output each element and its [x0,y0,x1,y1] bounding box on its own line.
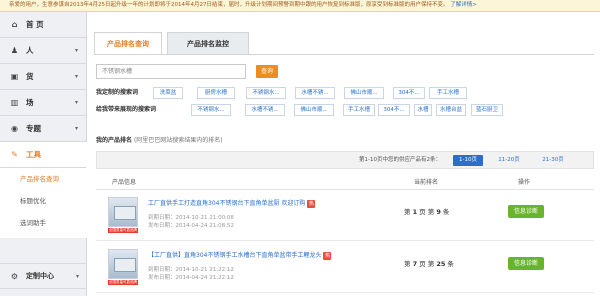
keyword-tag[interactable]: 不锈钢水... [246,87,286,99]
sidebar-item-label: 人 [26,46,34,55]
product-rank: 第 1 页 第 9 条 [404,208,450,216]
keyword-tag[interactable]: 手工水槽 [343,104,375,116]
chevron-down-icon: ▾ [74,99,78,106]
rank-position: 25 [436,260,446,268]
results-section: 我的产品排名 (阿里巴巴网站搜索结果内的排名) 第1-10页中您的供应产品有2条… [96,136,594,296]
tools-submenu: 产品排名查询 标题优化 选词助手 [0,168,88,238]
notice-link[interactable]: 了解详情> [450,2,477,8]
keyword-tag[interactable]: 佛山市顺... [344,87,384,99]
pager-page-21-30[interactable]: 21-30页 [537,155,569,166]
person-icon: ♟ [10,46,19,55]
topic-icon: ◉ [11,124,18,133]
rank-page: 1 [412,208,418,216]
keyword-tag[interactable]: 手工水槽 [429,87,467,99]
sidebar-item-custom-center[interactable]: ⚙ 定制中心 ▾ [0,263,87,289]
publish-date: 发布日期：2014-04-24 21:08:52 [148,223,234,229]
keyword-tag[interactable]: 水槽不锈... [295,87,335,99]
field-icon: ▥ [10,98,19,107]
sidebar-item-topic[interactable]: ◉ 专题 ▾ [0,116,86,142]
table-header: 产品信息 当前排名 操作 [96,176,594,190]
keyword-tag[interactable]: 304不... [378,104,410,116]
table-row: 全国质量可靠品牌 【工厂直供】直角304不锈钢手工水槽台下直角单盆带手工鲤龙头热… [96,243,594,293]
goods-icon: ▣ [10,72,19,81]
chevron-down-icon: ▾ [74,125,78,132]
sidebar-item-goods[interactable]: ▣ 货 ▾ [0,64,86,90]
notice-bar: 亲爱的用户，生意参谋自2013年4月25日起升级一年的计划即将于2014年4月2… [0,0,600,12]
rank-position: 9 [436,208,441,216]
product-thumbnail[interactable] [108,197,138,227]
keyword-tag[interactable]: 蓝石厨卫 [471,104,503,116]
product-badge: 全国质量可靠品牌 [108,280,138,285]
tab-divider [94,54,594,55]
keyword-tag[interactable]: 水槽台盆 [436,104,466,116]
expire-date: 到期日期：2014-10-21 21:22:12 [148,267,234,273]
col-current-rank: 当前排名 [414,179,439,186]
table-row: 全国质量可靠品牌 工厂直供手工打造直角304不锈钢台下直角单盆厨 欢迎订购热 到… [96,191,594,241]
publish-date: 发布日期：2014-04-24 21:22:12 [148,275,234,281]
home-icon: ⌂ [11,20,18,29]
product-badge: 全国质量可靠品牌 [108,228,138,233]
chevron-down-icon: ▾ [74,73,78,80]
submenu-item-title-optimize[interactable]: 标题优化 [0,190,88,212]
product-title: 工厂直供手工打造直角304不锈钢台下直角单盆厨 欢迎订购 [148,200,306,207]
sidebar-item-field[interactable]: ▥ 场 ▾ [0,90,86,116]
results-title-note: (阿里巴巴网站搜索结果内的排名) [133,137,223,144]
product-rank: 第 7 页 第 25 条 [404,260,454,268]
col-action: 操作 [518,179,531,186]
sidebar-item-label: 货 [26,72,34,81]
pager-page-1-10[interactable]: 1-10页 [453,155,483,166]
hot-badge: 热 [323,251,332,260]
pager-page-11-20[interactable]: 11-20页 [493,155,525,166]
keyword-tag[interactable]: 洗菜盆 [153,87,183,99]
gear-icon: ⚙ [10,272,19,281]
keyword-tag[interactable]: 厨房水槽 [197,87,235,99]
sidebar-item-label: 工具 [26,150,41,159]
notice-text: 亲爱的用户，生意参谋自2013年4月25日起升级一年的计划即将于2014年4月2… [9,2,449,8]
sidebar-item-label: 首 页 [26,20,44,29]
col-product-info: 产品信息 [112,179,137,186]
main-content: 产品排名查询 产品排名监控 不锈钢水槽 查询 我定制的搜索词 洗菜盆 厨房水槽 … [88,12,600,296]
sidebar-item-tools[interactable]: ✎ 工具 [0,142,87,168]
sidebar-item-person[interactable]: ♟ 人 ▾ [0,38,86,64]
keyword-tag[interactable]: 水槽 [414,104,432,116]
results-title-text: 我的产品排名 [96,137,133,144]
keyword-tag[interactable]: 水槽不锈... [245,104,285,116]
keyword-tag[interactable]: 佛山市顺... [294,104,334,116]
chevron-down-icon: ▾ [75,273,79,280]
recommend-keywords-row: 给我带来展现的搜索词 不锈钢水... 水槽不锈... 佛山市顺... 手工水槽 … [96,104,596,116]
product-title-link[interactable]: 工厂直供手工打造直角304不锈钢台下直角单盆厨 欢迎订购热 [148,198,316,208]
pager-bar: 第1-10页中您的供应产品有2条： 1-10页 11-20页 21-30页 [96,151,594,169]
tab-rank-query[interactable]: 产品排名查询 [94,32,162,55]
sidebar-item-home[interactable]: ⌂ 首 页 [0,12,86,38]
recommend-keywords-label: 给我带来展现的搜索词 [96,106,157,113]
sidebar-item-label: 专题 [26,124,41,133]
expire-date: 到期日期：2014-10-21 21:00:08 [148,215,234,221]
my-keywords-label: 我定制的搜索词 [96,89,139,96]
hot-badge: 热 [307,199,316,208]
search-input[interactable]: 不锈钢水槽 [96,64,246,79]
diagnose-button[interactable]: 信息诊断 [508,257,544,270]
submenu-item-rank-query[interactable]: 产品排名查询 [0,168,88,190]
chevron-down-icon: ▾ [74,47,78,54]
tab-rank-monitor[interactable]: 产品排名监控 [167,32,249,54]
keyword-tag[interactable]: 不锈钢水... [191,104,231,116]
pager-summary: 第1-10页中您的供应产品有2条： [359,157,441,163]
sidebar-item-label: 定制中心 [26,272,54,280]
product-thumbnail[interactable] [108,249,138,279]
sidebar: ⌂ 首 页 ♟ 人 ▾ ▣ 货 ▾ ▥ 场 ▾ ◉ 专题 ▾ ✎ 工具 产品排名… [0,12,88,296]
keyword-tag[interactable]: 304不... [393,87,425,99]
tools-icon: ✎ [11,150,18,159]
search-button[interactable]: 查询 [256,65,278,78]
product-title: 【工厂直供】直角304不锈钢手工水槽台下直角单盆带手工鲤龙头 [148,252,322,259]
diagnose-button[interactable]: 信息诊断 [508,205,544,218]
product-title-link[interactable]: 【工厂直供】直角304不锈钢手工水槽台下直角单盆带手工鲤龙头热 [148,250,332,260]
rank-page: 7 [412,260,418,268]
sidebar-item-label: 场 [26,98,34,107]
results-title: 我的产品排名 (阿里巴巴网站搜索结果内的排名) [96,136,223,146]
submenu-item-word-helper[interactable]: 选词助手 [0,212,88,234]
my-keywords-row: 我定制的搜索词 洗菜盆 厨房水槽 不锈钢水... 水槽不锈... 佛山市顺...… [96,87,596,99]
